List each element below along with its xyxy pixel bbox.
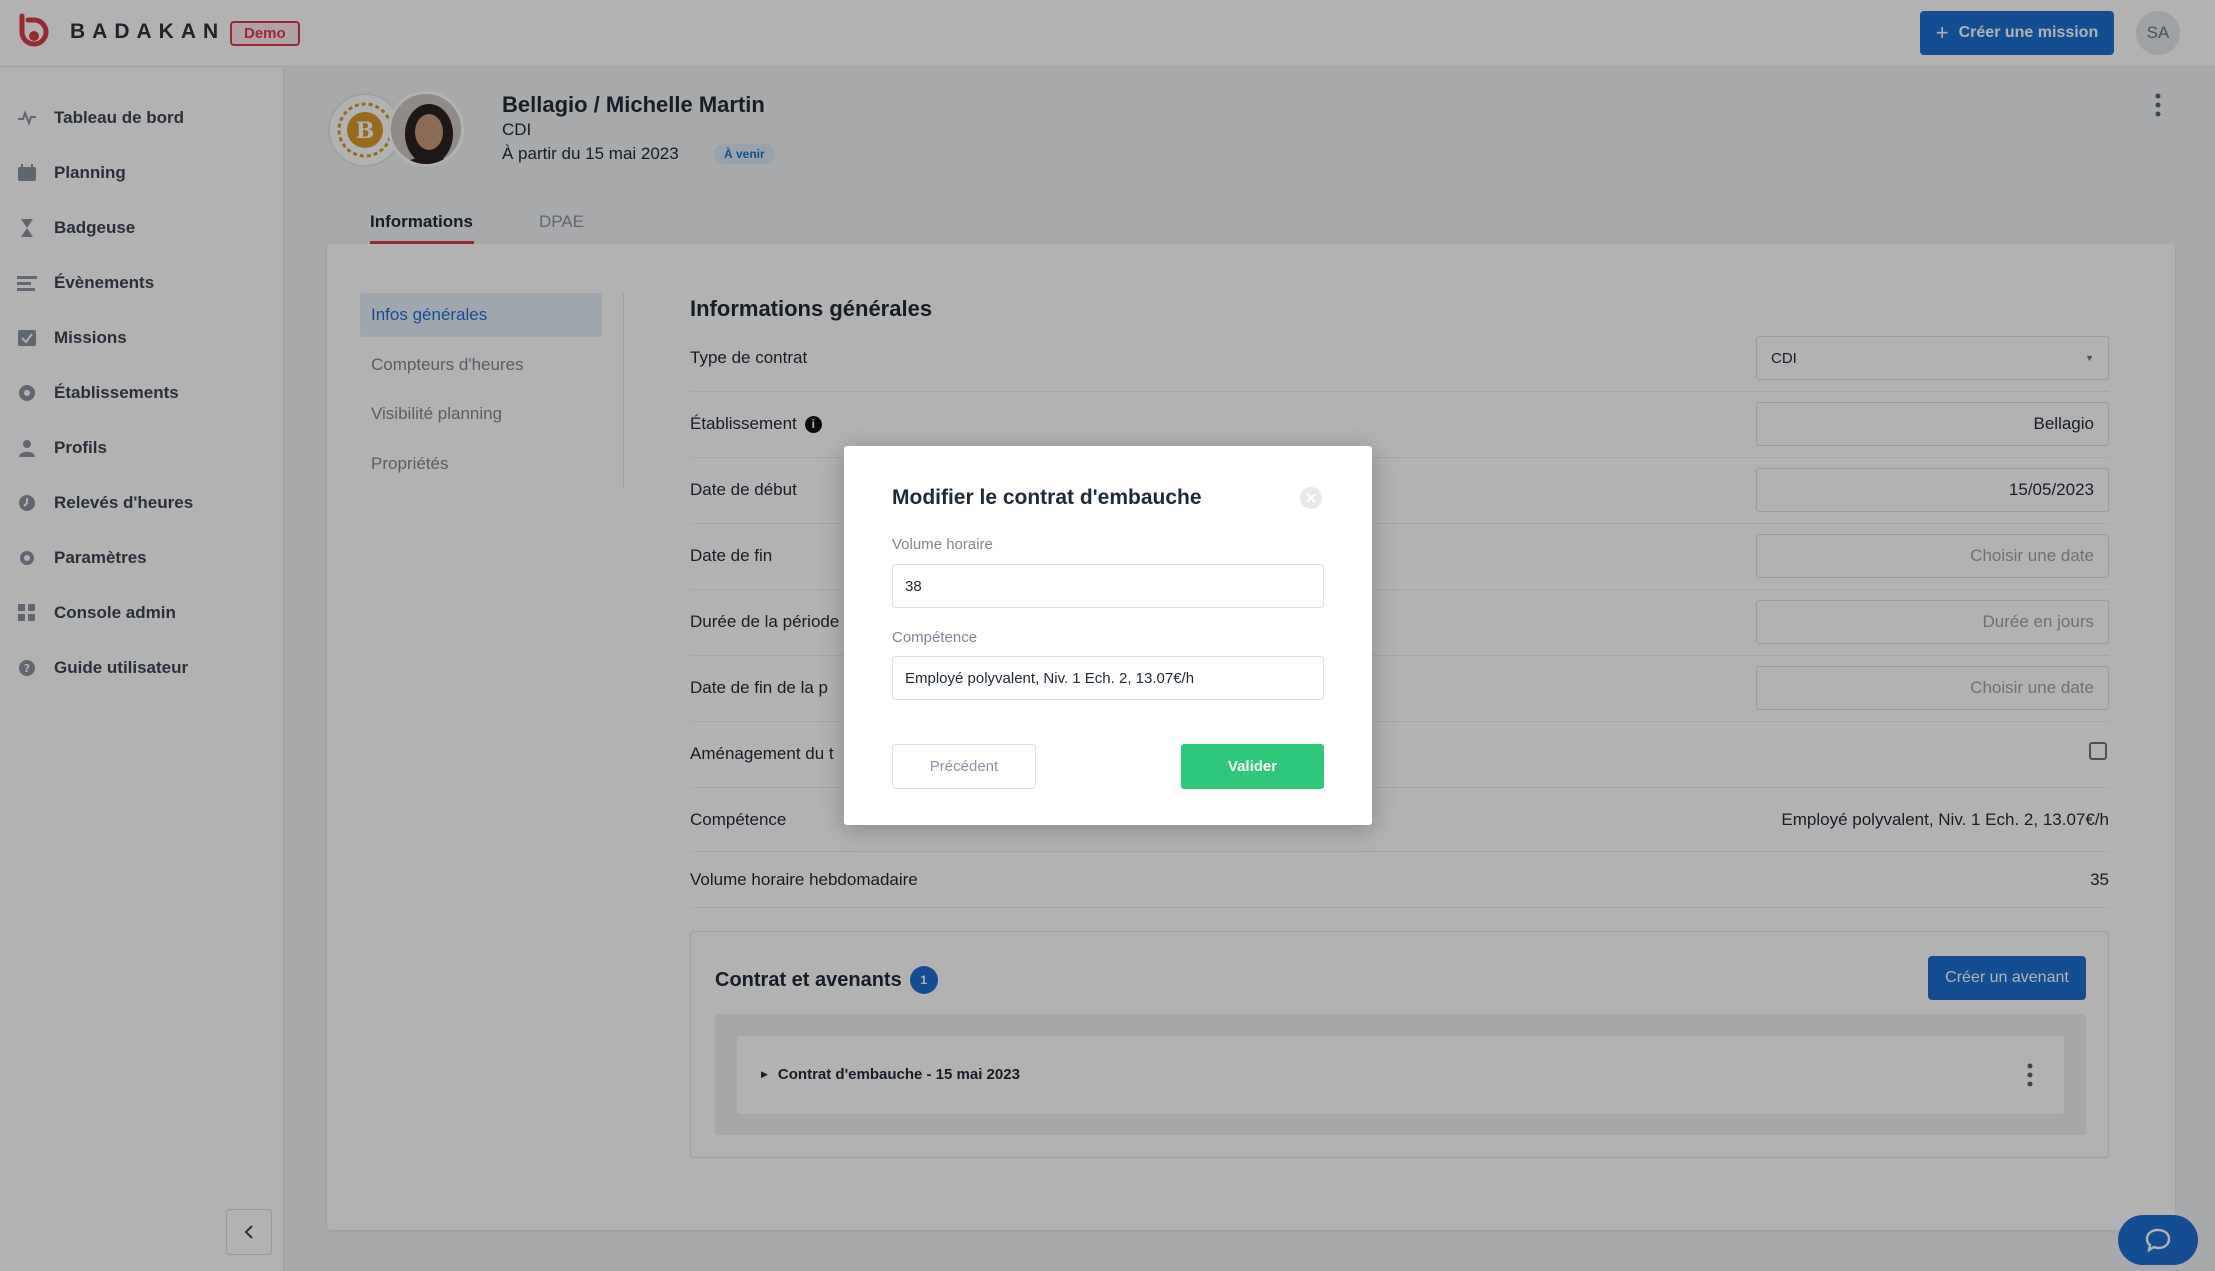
close-icon: [1306, 493, 1316, 503]
volume-label: Volume horaire: [892, 536, 993, 553]
skill-label: Compétence: [892, 629, 978, 646]
modal-close-button[interactable]: [1300, 487, 1322, 509]
modal-title: Modifier le contrat d'embauche: [892, 486, 1202, 509]
skill-input[interactable]: [892, 656, 1324, 700]
edit-contract-modal: Modifier le contrat d'embauche Volume ho…: [844, 446, 1372, 825]
previous-button[interactable]: Précédent: [892, 744, 1036, 789]
validate-button[interactable]: Valider: [1181, 744, 1324, 789]
volume-input[interactable]: [892, 564, 1324, 608]
